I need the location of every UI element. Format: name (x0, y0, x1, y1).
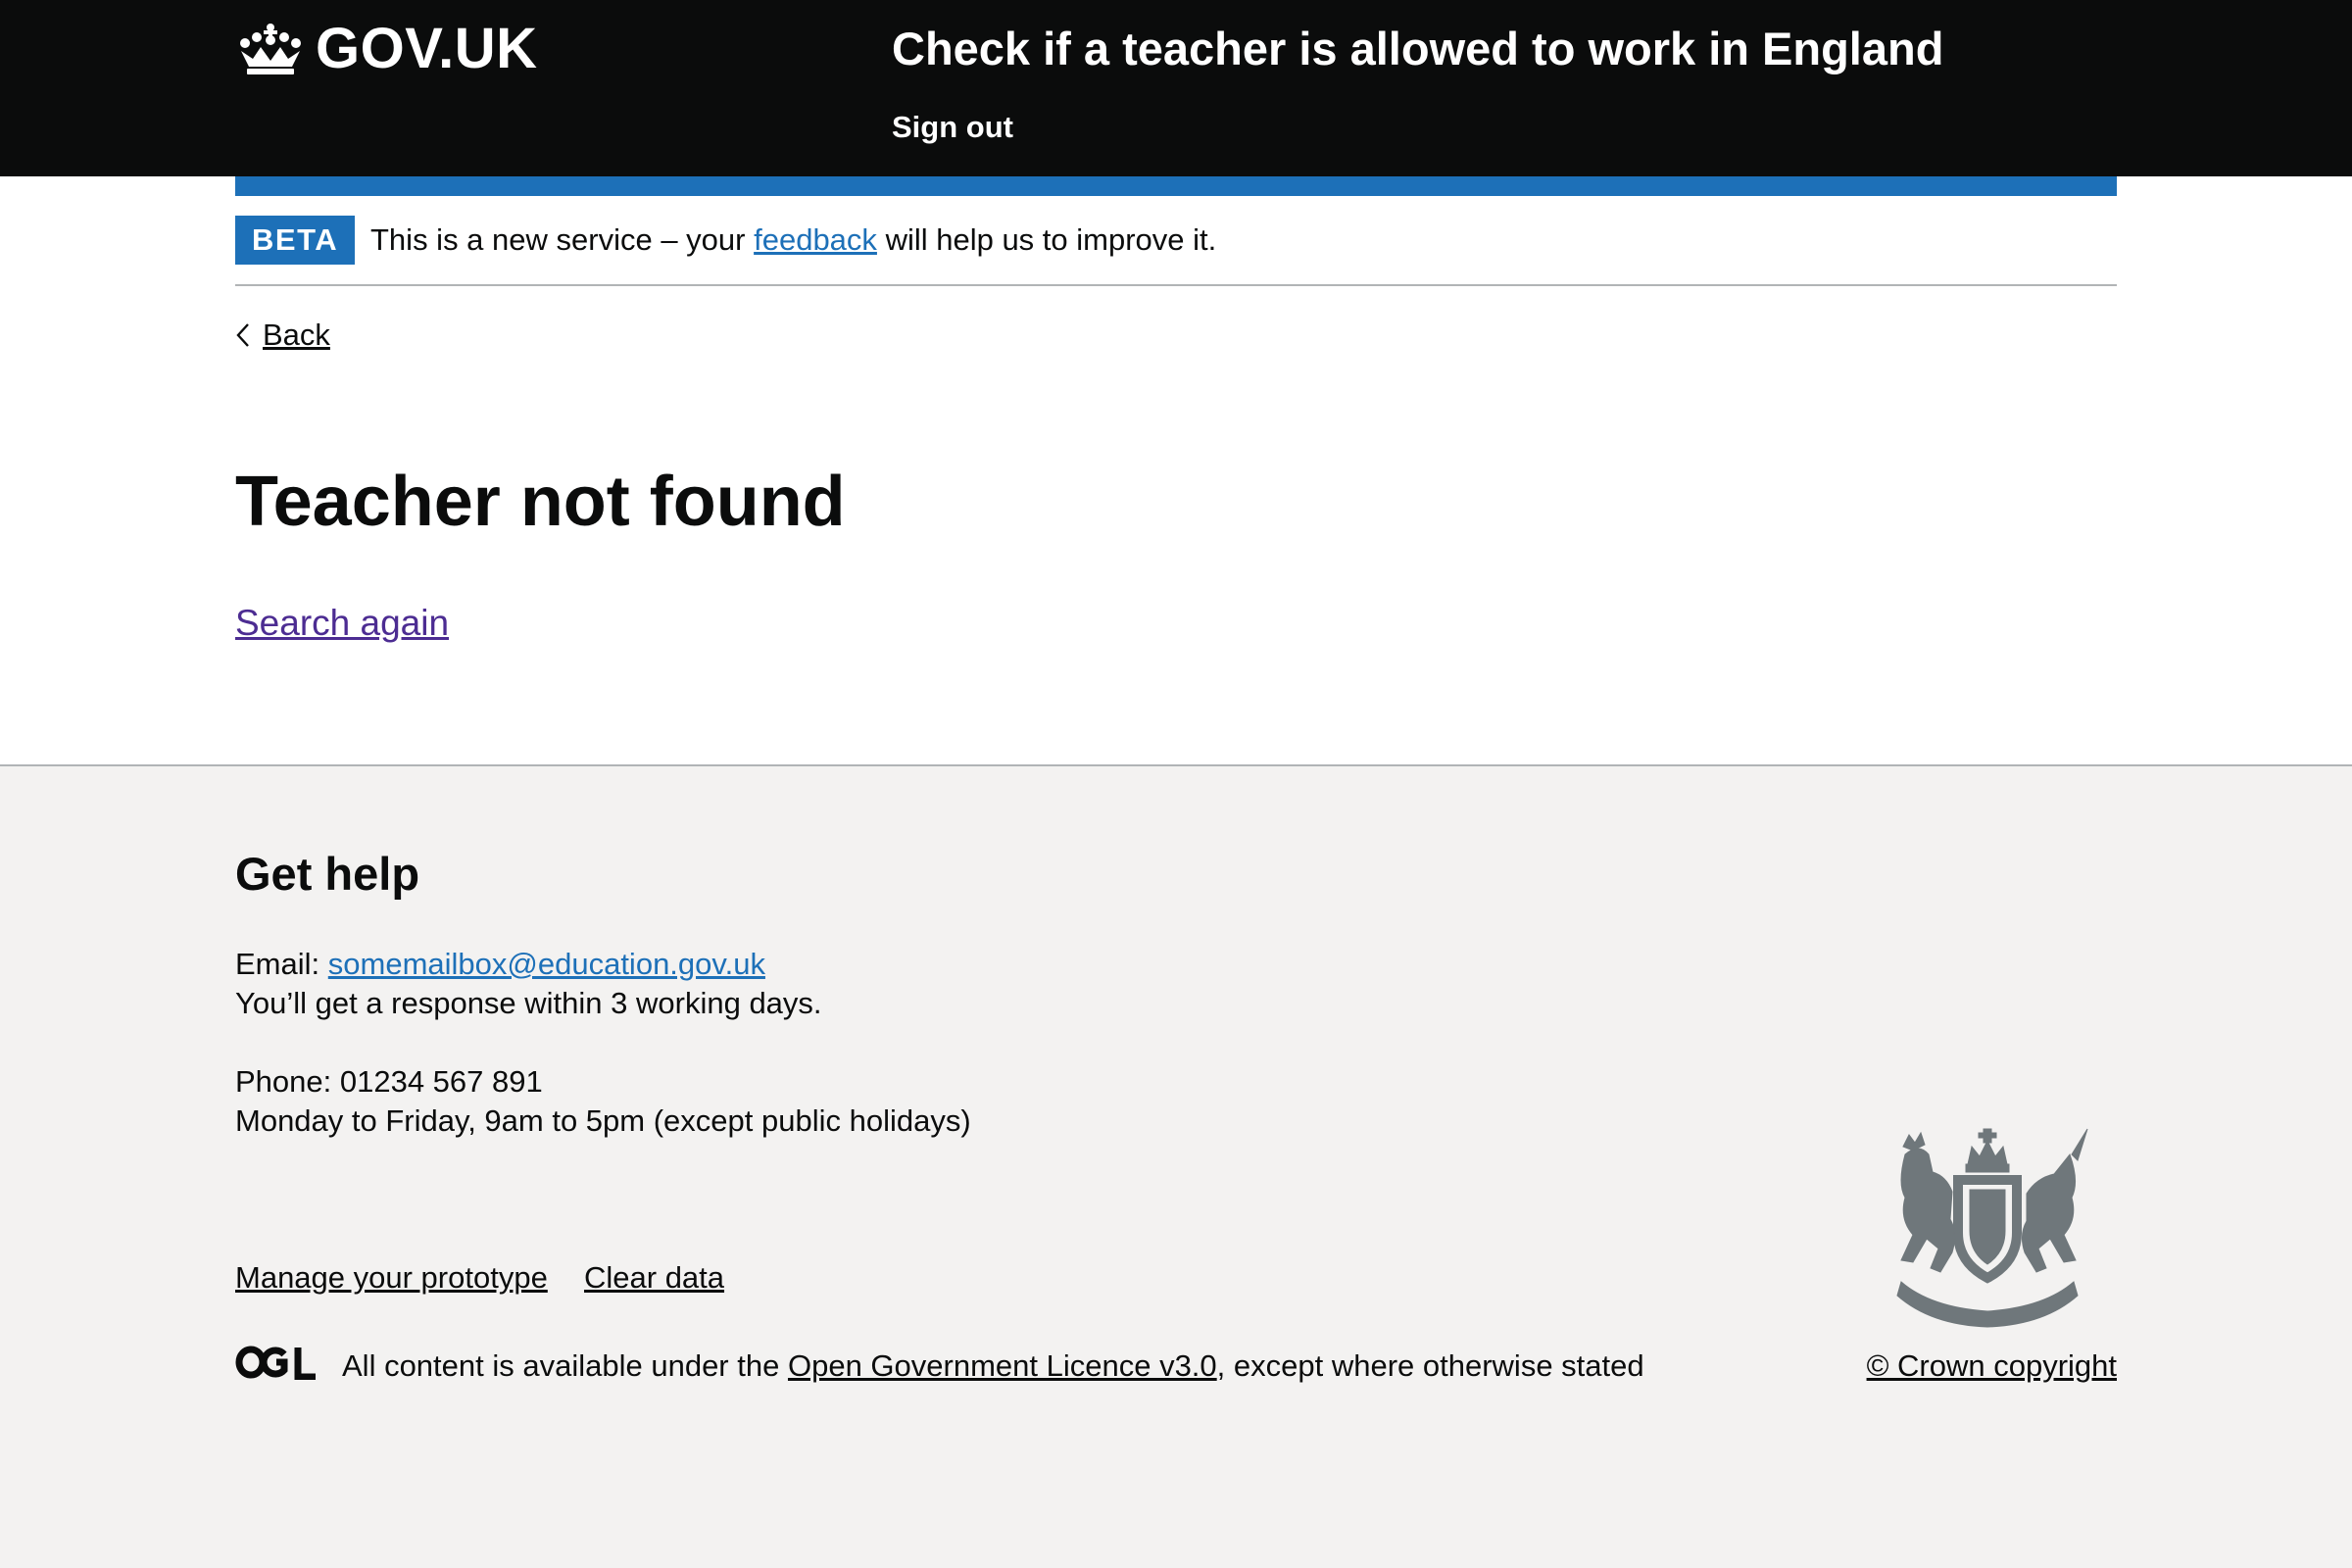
get-help-heading: Get help (235, 848, 420, 900)
email-response-text: You’ll get a response within 3 working d… (235, 986, 822, 1020)
chevron-left-icon (236, 323, 249, 347)
crown-copyright-link[interactable]: © Crown copyright (1867, 1347, 2117, 1386)
manage-prototype-link[interactable]: Manage your prototype (235, 1258, 548, 1298)
back-link[interactable]: Back (235, 314, 330, 357)
phase-banner: BETA This is a new service – your feedba… (235, 196, 2117, 286)
header-blue-bar (235, 176, 2117, 196)
email-link[interactable]: somemailbox@education.gov.uk (328, 947, 765, 981)
royal-coat-of-arms-icon (1896, 1128, 2088, 1328)
licence-text: All content is available under the Open … (342, 1347, 1644, 1386)
phase-text-before: This is a new service – your (370, 222, 746, 257)
service-name-link[interactable]: Check if a teacher is allowed to work in… (892, 22, 1943, 76)
back-link-label: Back (263, 318, 330, 352)
email-line: Email: somemailbox@education.gov.uk (235, 945, 765, 984)
licence-text-before: All content is available under the (342, 1348, 780, 1383)
phone-hours-text: Monday to Friday, 9am to 5pm (except pub… (235, 1103, 971, 1138)
crown-icon (240, 24, 301, 74)
beta-tag: BETA (235, 216, 356, 265)
licence-text-after: , except where otherwise stated (1216, 1348, 1644, 1383)
ogl-licence-link[interactable]: Open Government Licence v3.0 (788, 1348, 1217, 1383)
phase-banner-text: This is a new service – your feedback wi… (370, 220, 1216, 261)
page-title: Teacher not found (235, 463, 846, 541)
ogl-logo-icon (235, 1346, 316, 1380)
search-again-link[interactable]: Search again (235, 600, 449, 647)
phase-text-after: will help us to improve it. (885, 222, 1217, 257)
logo-text: GOV.UK (316, 17, 538, 80)
clear-data-link[interactable]: Clear data (584, 1258, 724, 1298)
feedback-link[interactable]: feedback (754, 222, 877, 257)
site-header: GOV.UK Check if a teacher is allowed to … (0, 0, 2352, 176)
email-label: Email: (235, 947, 320, 981)
sign-out-link[interactable]: Sign out (892, 108, 1013, 147)
phone-text: Phone: 01234 567 891 (235, 1064, 543, 1099)
govuk-logo-link[interactable]: GOV.UK (235, 16, 537, 82)
